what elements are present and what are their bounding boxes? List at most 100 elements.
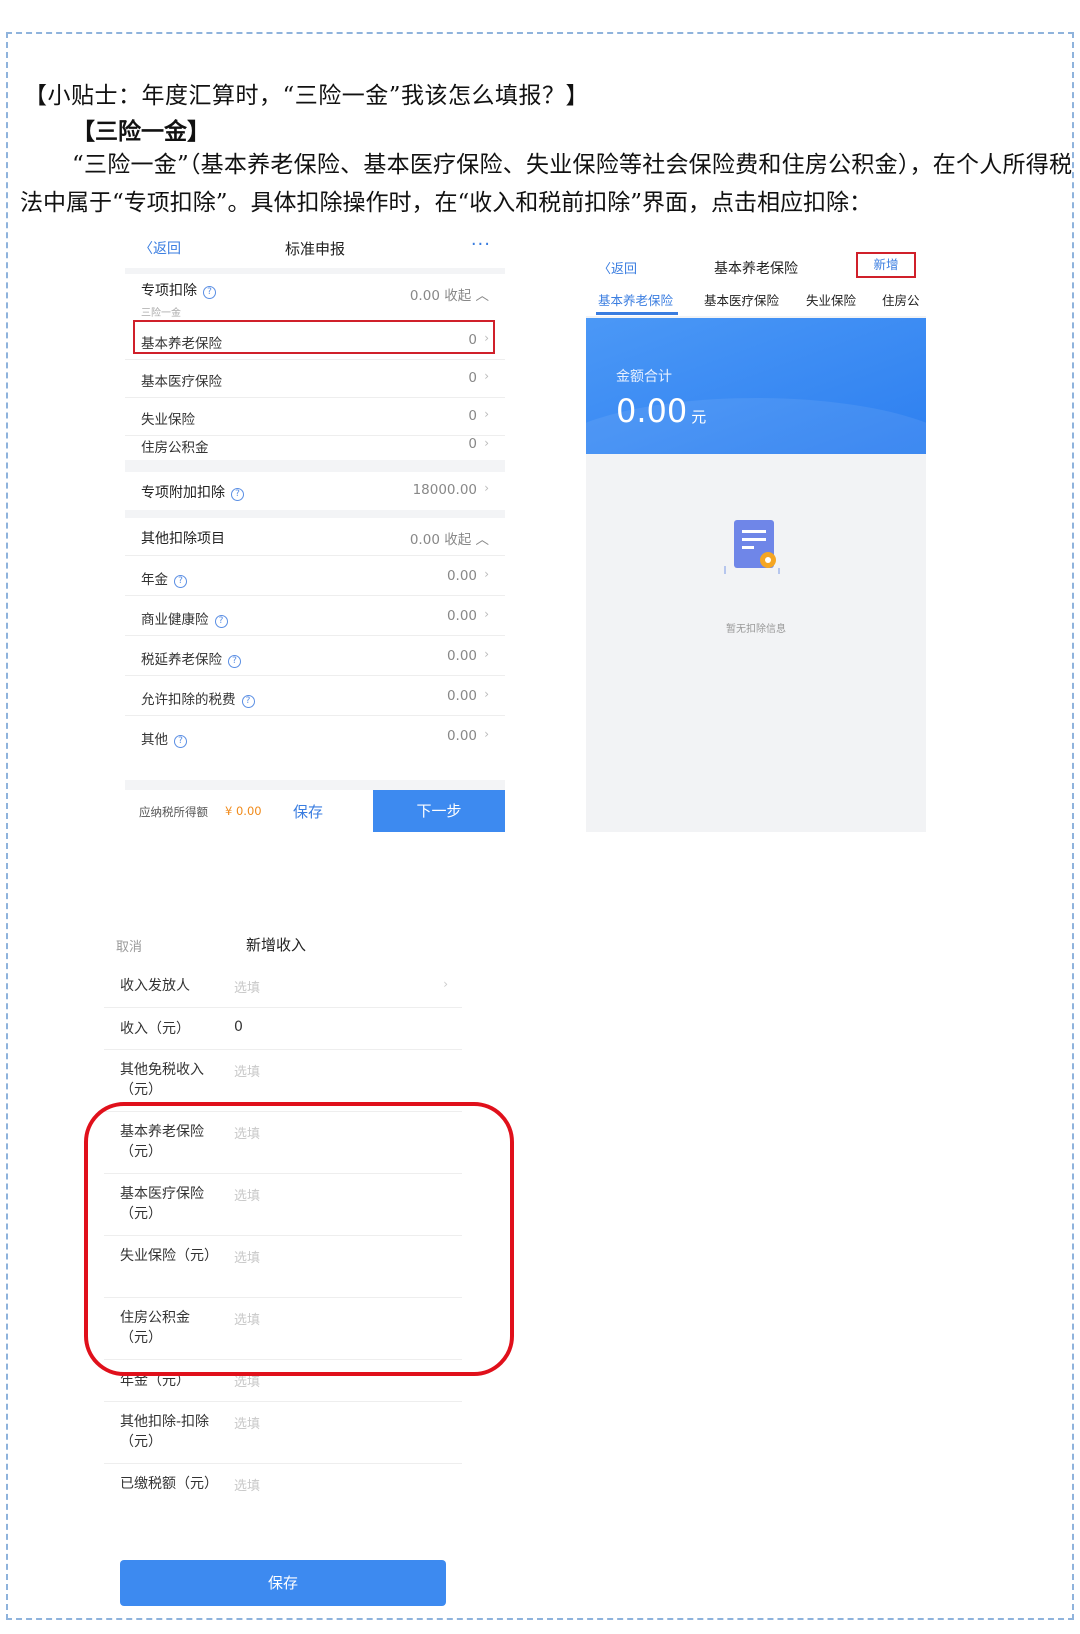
chevron-right-icon: › (484, 436, 489, 450)
tab-medical[interactable]: 基本医疗保险 (704, 290, 779, 309)
next-step-button[interactable]: 下一步 (373, 790, 505, 832)
additional-deduction-value: 18000.00 (412, 482, 477, 498)
special-deduction-label: 专项扣除 (141, 283, 197, 299)
chevron-right-icon: › (484, 407, 489, 421)
empty-state-text: 暂无扣除信息 (726, 624, 786, 635)
more-icon[interactable]: ··· (471, 234, 491, 255)
list-item-health-insurance[interactable]: 商业健康险? 0.00 › (125, 598, 505, 636)
tab-housing-fund[interactable]: 住房公 (882, 290, 920, 309)
chevron-right-icon: › (484, 727, 489, 741)
field-label: 其他免税收入（元） (120, 1062, 204, 1098)
field-label: 已缴税额（元） (120, 1476, 218, 1492)
tab-unemployment[interactable]: 失业保险 (806, 290, 856, 309)
item-label: 税延养老保险 (141, 652, 222, 668)
list-item-unemployment[interactable]: 失业保险 0 › (125, 398, 505, 436)
field-income[interactable]: 收入（元） 0 (104, 1008, 462, 1050)
tip-title: 【小贴士：年度汇算时，“三险一金”我该怎么填报？】 (24, 83, 590, 109)
list-item-deferred-pension[interactable]: 税延养老保险? 0.00 › (125, 638, 505, 676)
list-item-medical[interactable]: 基本医疗保险 0 › (125, 360, 505, 398)
chevron-right-icon: › (484, 647, 489, 661)
field-input[interactable]: 选填 (234, 1475, 260, 1494)
other-deduction-label: 其他扣除项目 (141, 531, 225, 547)
item-label: 住房公积金 (141, 440, 209, 456)
help-icon[interactable]: ? (203, 286, 216, 299)
item-label: 基本医疗保险 (141, 374, 222, 390)
item-value: 0.00 (446, 568, 477, 584)
chevron-right-icon: › (443, 977, 448, 991)
item-label: 允许扣除的税费 (141, 692, 236, 708)
highlight-box (133, 320, 495, 354)
other-deduction-block: 其他扣除项目 0.00 收起 ︿ 年金? 0.00 › 商业健康险? 0.00 … (125, 518, 505, 780)
item-value: 0 (468, 408, 477, 424)
item-value: 0 (468, 370, 477, 386)
total-value: 0.00 元 (616, 392, 706, 430)
header: 〈返回 基本养老保险 新增 基本养老保险 基本医疗保险 失业保险 住房公 (586, 248, 926, 316)
list-item-allowed-taxes[interactable]: 允许扣除的税费? 0.00 › (125, 678, 505, 716)
item-value: 0 (468, 436, 477, 452)
help-icon[interactable]: ? (214, 615, 228, 628)
item-value: 0.00 (446, 648, 477, 664)
other-deduction-header[interactable]: 其他扣除项目 0.00 收起 ︿ (125, 518, 505, 556)
field-tax-paid[interactable]: 已缴税额（元） 选填 (104, 1464, 462, 1526)
footer-bar: 应纳税所得额 ¥ 0.00 保存 下一步 (125, 790, 505, 832)
item-label: 失业保险 (141, 412, 195, 428)
taxable-income-value: ¥ 0.00 (225, 804, 262, 818)
standard-declaration-screen: 〈返回 标准申报 ··· 专项扣除? 三险一金 0.00 收起 ︿ 基本养老保险… (125, 228, 505, 832)
pension-insurance-screen: 〈返回 基本养老保险 新增 基本养老保险 基本医疗保险 失业保险 住房公 金额合… (586, 248, 926, 832)
screen-title: 标准申报 (284, 240, 345, 258)
save-button[interactable]: 保存 (293, 801, 323, 822)
tab-pension[interactable]: 基本养老保险 (598, 290, 673, 309)
special-deduction-hint: 三险一金 (141, 308, 181, 319)
additional-deduction-row: 专项附加扣除? 18000.00 › (125, 472, 505, 510)
help-icon[interactable]: ? (174, 575, 187, 588)
other-deduction-value: 0.00 收起 ︿ (409, 532, 489, 548)
total-unit: 元 (691, 408, 707, 426)
list-item-other[interactable]: 其他? 0.00 › (125, 718, 505, 756)
header: 〈返回 标准申报 ··· (125, 228, 505, 268)
save-button[interactable]: 保存 (120, 1560, 446, 1606)
item-label: 年金 (141, 572, 168, 588)
total-banner: 金额合计 0.00 元 (586, 318, 926, 454)
field-label: 收入发放人 (120, 978, 190, 994)
special-deduction-header[interactable]: 专项扣除? 三险一金 0.00 收起 ︿ (125, 274, 505, 319)
item-value: 0.00 (446, 728, 477, 744)
intro-paragraph: “三险一金”（基本养老保险、基本医疗保险、失业保险等社会保险费和住房公积金），在… (20, 152, 1072, 216)
chevron-right-icon: › (484, 607, 489, 621)
field-input[interactable]: 选填 (234, 1413, 260, 1432)
chevron-right-icon: › (484, 687, 489, 701)
chevron-right-icon: › (484, 369, 489, 383)
item-label: 其他 (141, 732, 168, 748)
field-payer[interactable]: 收入发放人 选填 › (104, 966, 462, 1008)
item-value: 0.00 (446, 688, 477, 704)
field-input[interactable]: 选填 (234, 1061, 260, 1080)
field-label: 收入（元） (120, 1021, 190, 1037)
section-subtitle: 【三险一金】 (72, 118, 210, 145)
special-deduction-value: 0.00 收起 ︿ (409, 288, 489, 304)
field-other-deduction[interactable]: 其他扣除-扣除（元） 选填 (104, 1402, 462, 1464)
taxable-income-label: 应纳税所得额 (139, 805, 208, 819)
field-input[interactable]: 选填 (234, 977, 260, 996)
cancel-button[interactable]: 取消 (116, 936, 142, 955)
total-label: 金额合计 (616, 369, 672, 385)
add-button[interactable]: 新增 (856, 252, 916, 278)
field-label: 其他扣除-扣除（元） (120, 1414, 210, 1450)
additional-deduction-block[interactable]: 专项附加扣除? 18000.00 › (125, 472, 505, 510)
help-icon[interactable]: ? (174, 735, 187, 748)
list-item-housing-fund[interactable]: 住房公积金 0 › (125, 436, 505, 460)
list-item-annuity[interactable]: 年金? 0.00 › (125, 558, 505, 596)
chevron-right-icon: › (484, 567, 489, 581)
highlight-box (84, 1102, 514, 1376)
help-icon[interactable]: ? (241, 695, 255, 708)
special-deduction-block: 专项扣除? 三险一金 0.00 收起 ︿ 基本养老保险 0 › 基本医疗保险 0… (125, 274, 505, 460)
field-input[interactable]: 0 (234, 1019, 243, 1035)
tab-indicator (596, 312, 678, 315)
item-label: 商业健康险 (141, 612, 209, 628)
total-amount: 0.00 (616, 392, 688, 430)
screen-title: 新增收入 (246, 936, 307, 954)
additional-deduction-label: 专项附加扣除 (141, 485, 225, 501)
empty-document-icon (724, 520, 780, 574)
item-value: 0.00 (446, 608, 477, 624)
help-icon[interactable]: ? (228, 655, 241, 668)
help-icon[interactable]: ? (231, 488, 244, 501)
chevron-right-icon: › (484, 481, 489, 495)
